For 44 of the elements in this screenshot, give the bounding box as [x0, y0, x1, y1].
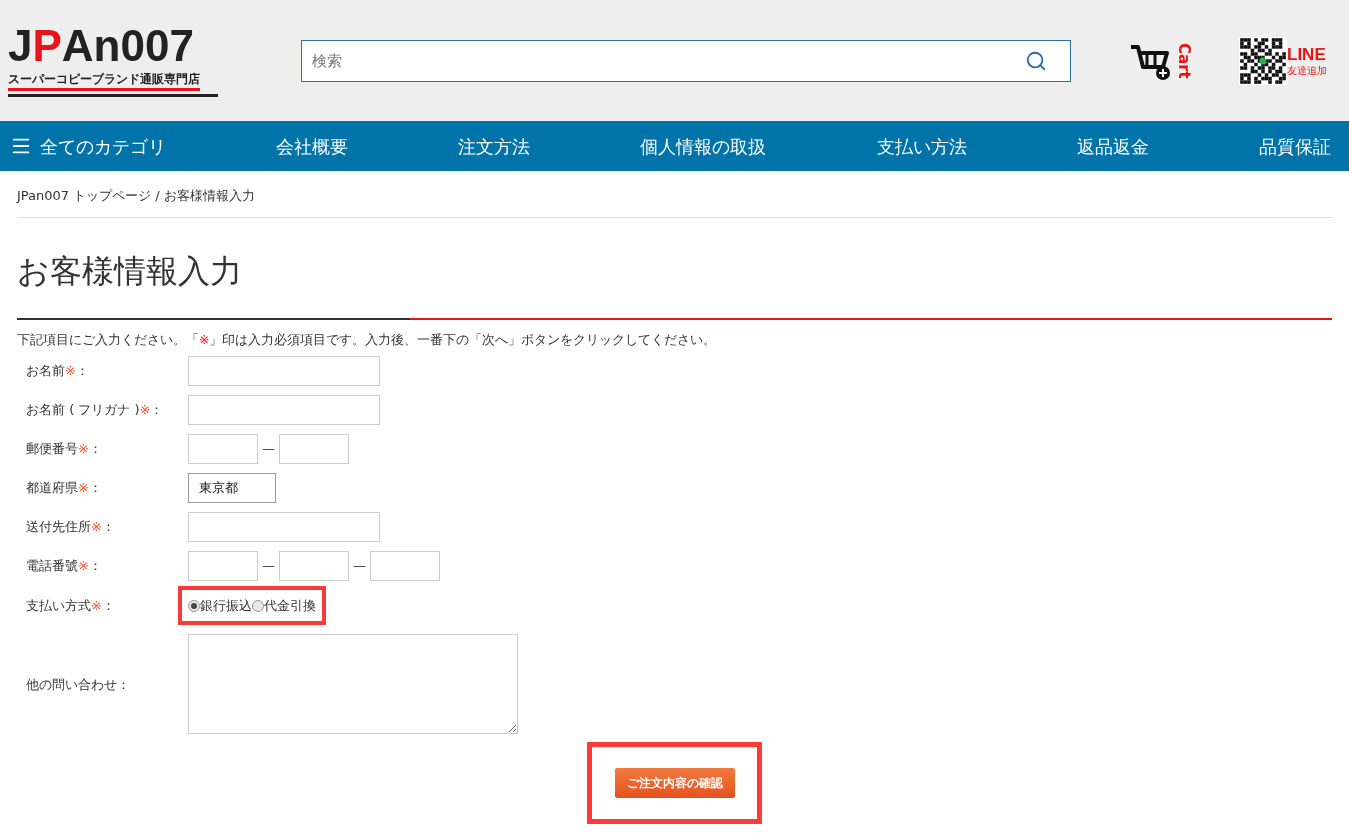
breadcrumb-item[interactable]: JPan007 トップページ: [17, 186, 152, 206]
field-label: 都道府県※：: [25, 479, 103, 497]
text-field[interactable]: [188, 550, 258, 581]
field-label: 送付先住所※：: [25, 518, 116, 536]
instruction-text: 下記項目にご入力ください。「※」印は入力必須項目です。入力後、一番下の「次へ」ボタンをクリックしてください。: [17, 331, 718, 349]
nav-link[interactable]: 支払い方法: [876, 132, 967, 160]
category-menu-link[interactable]: 全てのカテゴリ: [10, 132, 166, 160]
page-title: お客様情報入力: [17, 251, 243, 292]
radio-button[interactable]: [188, 599, 200, 612]
field-label: 電話番號※：: [25, 557, 103, 575]
nav-link[interactable]: 注文方法: [458, 132, 531, 160]
radio-option[interactable]: 銀行振込: [188, 595, 252, 616]
text-field[interactable]: [188, 511, 380, 542]
separator-dash: —: [262, 440, 275, 458]
radio-button[interactable]: [252, 599, 264, 612]
nav-link[interactable]: 個人情報の取扱: [640, 132, 767, 160]
qr-code-icon: [1239, 36, 1287, 85]
separator-dash: —: [353, 557, 366, 575]
inquiry-textarea[interactable]: [188, 634, 518, 735]
radio-option[interactable]: 代金引換: [252, 595, 316, 616]
field-label: 支払い方式※：: [25, 596, 116, 615]
nav-link[interactable]: 会社概要: [276, 132, 349, 160]
nav-link[interactable]: 品質保証: [1258, 132, 1331, 160]
search-icon[interactable]: [1025, 49, 1047, 72]
confirm-order-button[interactable]: ご注文内容の確認: [614, 768, 735, 799]
site-logo[interactable]: JPAn007 スーパーコピーブランド通販専門店: [8, 24, 258, 97]
text-field[interactable]: [188, 433, 258, 464]
text-field[interactable]: [279, 550, 349, 581]
field-label: 郵便番号※：: [25, 440, 103, 458]
field-label: 他の問い合わせ：: [25, 675, 131, 694]
field-label: お名前※：: [25, 362, 90, 380]
search-field[interactable]: 検索: [301, 39, 1071, 82]
line-add-friend[interactable]: LINE 友達追加: [1239, 36, 1327, 85]
field-label: お名前 ( フリガナ )※：: [25, 401, 165, 419]
breadcrumb-item: /: [155, 187, 160, 206]
text-field[interactable]: [370, 550, 440, 581]
cart-link[interactable]: Cart: [1129, 40, 1191, 81]
breadcrumb-current: お客様情報入力: [163, 187, 255, 206]
text-field[interactable]: [188, 394, 380, 425]
text-field[interactable]: [279, 433, 349, 464]
separator-dash: —: [262, 557, 275, 575]
text-field[interactable]: [188, 355, 380, 386]
prefecture-select[interactable]: 東京都: [188, 472, 276, 503]
nav-link[interactable]: 返品返金: [1076, 132, 1149, 160]
